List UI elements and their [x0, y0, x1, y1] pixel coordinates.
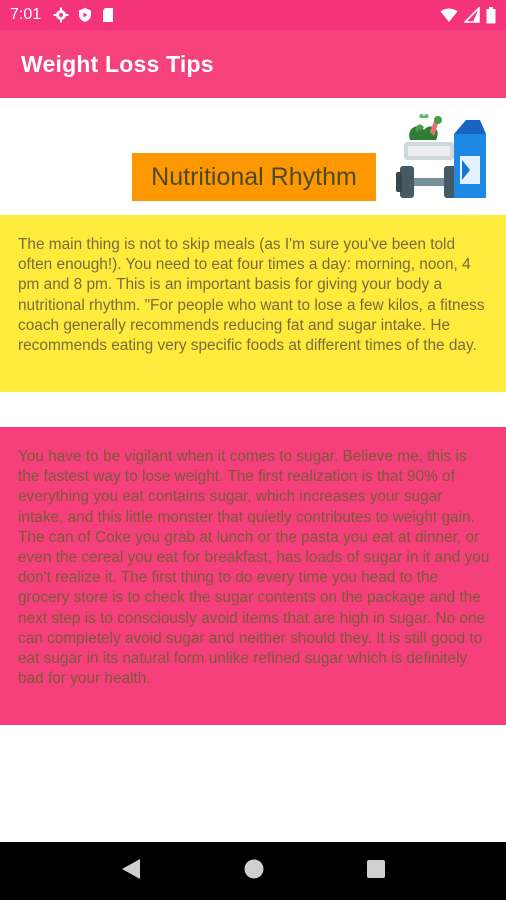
status-time: 7:01	[10, 6, 42, 23]
recents-icon[interactable]	[366, 859, 386, 884]
navigation-bar	[0, 842, 506, 900]
wifi-icon	[440, 7, 458, 23]
sd-card-icon	[101, 7, 115, 23]
section-title: Nutritional Rhythm	[132, 153, 376, 201]
gear-icon	[53, 7, 69, 23]
app-screen: 7:01 Weight Loss Tips Nutritional Rhythm…	[0, 0, 506, 900]
tip-paragraph: The main thing is not to skip meals (as …	[18, 236, 485, 355]
signal-icon	[464, 7, 480, 23]
app-title: Weight Loss Tips	[21, 50, 214, 77]
status-notification-icons	[53, 7, 115, 23]
food-fitness-illustration	[396, 110, 488, 202]
tip-block-pink: You have to be vigilant when it comes to…	[0, 427, 506, 725]
status-bar: 7:01	[0, 0, 506, 30]
back-icon[interactable]	[120, 857, 142, 886]
app-bar: Weight Loss Tips	[0, 30, 506, 98]
tip-block-yellow: The main thing is not to skip meals (as …	[0, 215, 506, 392]
home-icon[interactable]	[243, 858, 265, 885]
play-protect-icon	[77, 7, 93, 23]
tip-paragraph: You have to be vigilant when it comes to…	[18, 448, 490, 688]
battery-icon	[486, 6, 496, 24]
status-system-icons	[440, 6, 496, 24]
